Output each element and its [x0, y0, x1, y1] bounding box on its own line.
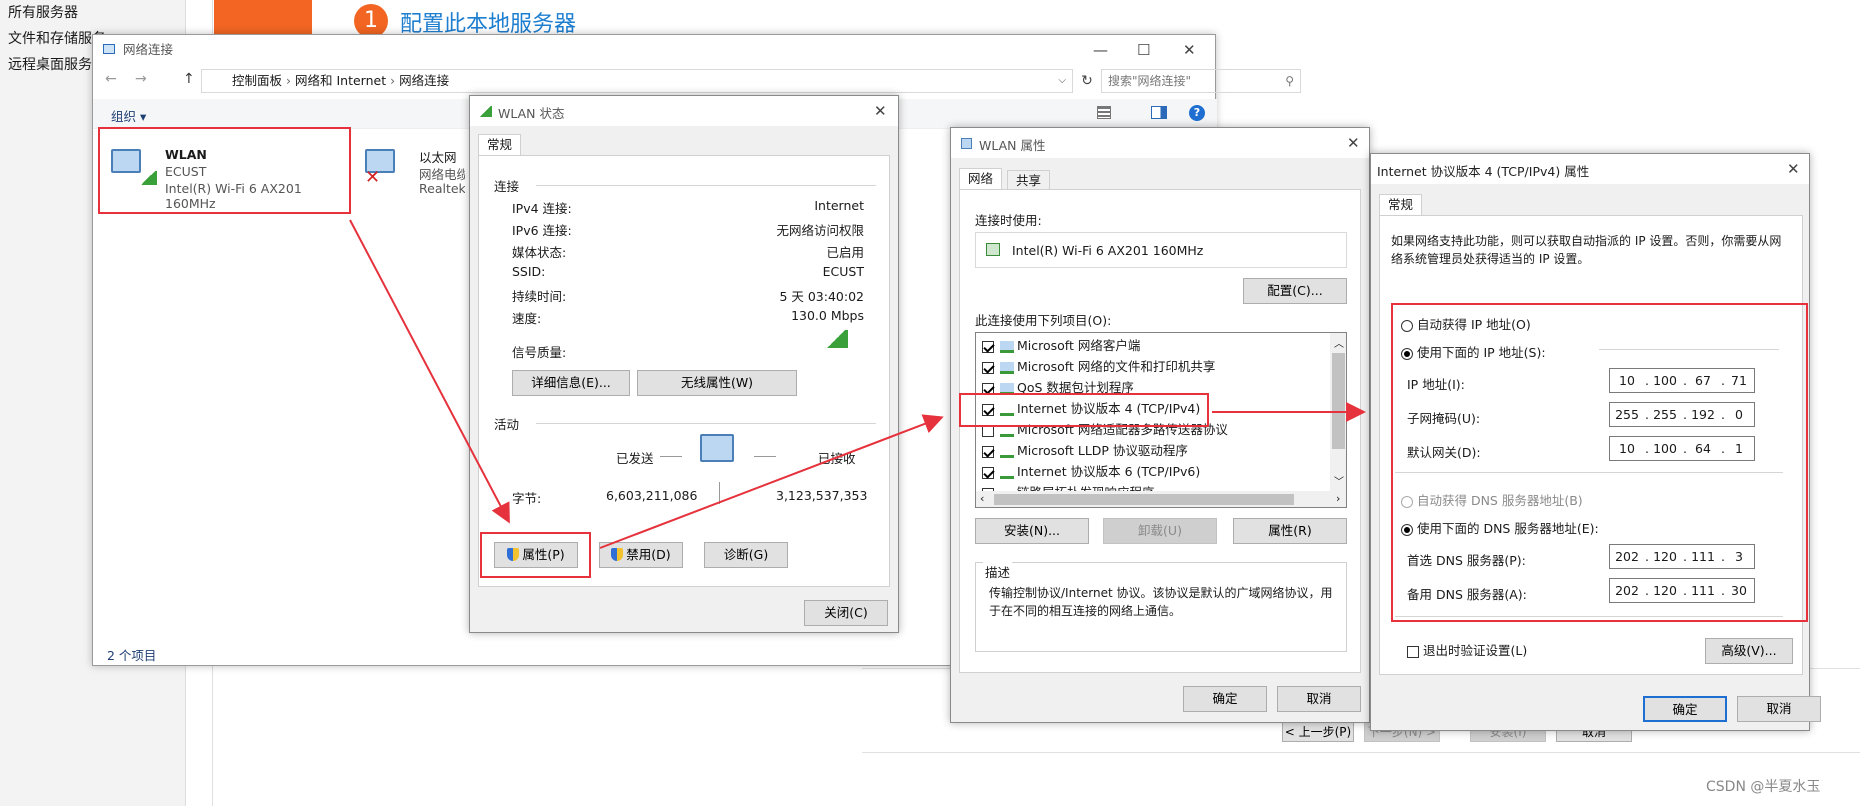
arrow-properties-to-ipv4 [599, 414, 944, 549]
annotation-arrows [349, 219, 1366, 549]
watermark: CSDN @半夏水玉 [1706, 779, 1821, 795]
arrow-wlan-to-properties [349, 219, 510, 524]
